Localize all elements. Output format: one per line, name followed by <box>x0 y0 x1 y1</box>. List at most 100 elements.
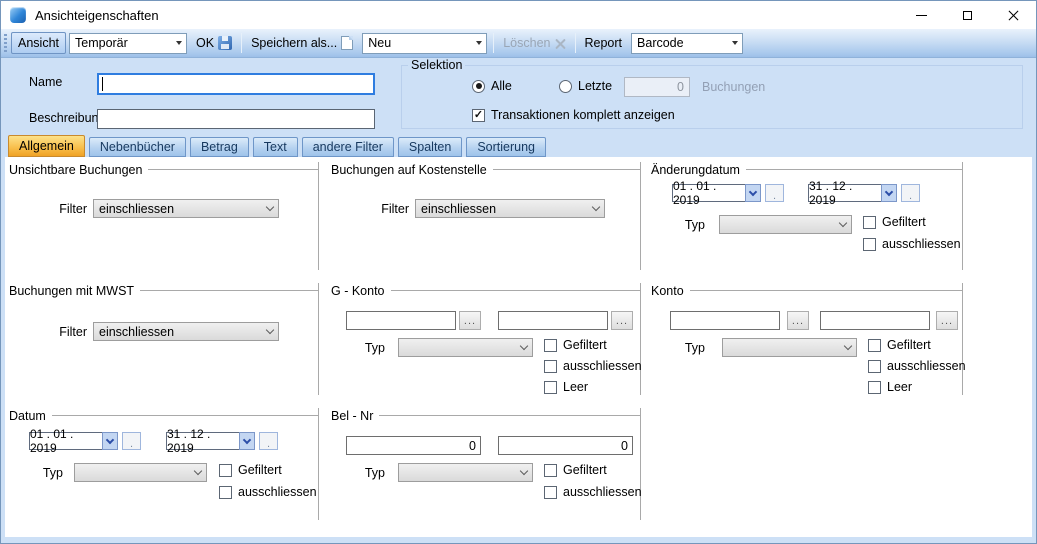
typ-select[interactable] <box>398 338 533 357</box>
checkbox-icon <box>868 360 881 373</box>
konto-to-input[interactable] <box>820 311 930 330</box>
date-from-input[interactable]: 01 . 01 . 2019 <box>29 432 103 450</box>
beschreibung-input[interactable] <box>97 109 375 129</box>
gkonto-to-browse-button[interactable]: ... <box>611 311 633 330</box>
konto-to-browse-button[interactable]: ... <box>936 311 958 330</box>
leer-checkbox[interactable]: Leer <box>868 380 912 394</box>
checkbox-icon <box>544 339 557 352</box>
filter-select[interactable]: einschliessen <box>93 199 279 218</box>
checkbox-icon <box>868 381 881 394</box>
report-combo[interactable]: Barcode <box>631 33 743 54</box>
typ-label: Typ <box>341 466 385 480</box>
konto-from-input[interactable] <box>670 311 780 330</box>
date-to-extra-button[interactable]: . <box>259 432 278 450</box>
chevron-down-icon <box>839 219 847 227</box>
date-from-dropdown-button[interactable] <box>745 184 761 202</box>
gefiltert-checkbox[interactable]: Gefiltert <box>219 463 282 477</box>
gefiltert-checkbox[interactable]: Gefiltert <box>868 338 931 352</box>
group-g-konto: G - Konto ... ... Typ Gefiltert ausschli… <box>331 283 641 395</box>
minimize-button[interactable] <box>898 1 944 29</box>
gefiltert-checkbox[interactable]: Gefiltert <box>544 463 607 477</box>
ansicht-button[interactable]: Ansicht <box>11 32 66 54</box>
tab-sortierung[interactable]: Sortierung <box>466 137 546 157</box>
radio-icon <box>559 80 572 93</box>
save-icon <box>218 36 232 50</box>
filter-select[interactable]: einschliessen <box>93 322 279 341</box>
typ-select[interactable] <box>398 463 533 482</box>
tab-content-allgemein: Unsichtbare Buchungen Filter einschliess… <box>5 157 1032 537</box>
leer-checkbox[interactable]: Leer <box>544 380 588 394</box>
ausschliessen-checkbox[interactable]: ausschliessen <box>863 237 961 251</box>
close-icon <box>1008 10 1019 21</box>
toolbar-separator <box>575 33 576 53</box>
alle-radio[interactable]: Alle <box>472 79 512 93</box>
konto-from-browse-button[interactable]: ... <box>787 311 809 330</box>
belnr-to-input[interactable]: 0 <box>498 436 633 455</box>
loeschen-button[interactable]: Löschen <box>497 33 571 53</box>
toolbar: Ansicht Temporär OK Speichern als... Neu… <box>1 29 1036 58</box>
report-button[interactable]: Report <box>579 33 629 53</box>
dropdown-arrow-icon <box>176 41 182 45</box>
group-bel-nr: Bel - Nr 0 0 Typ Gefiltert ausschliessen <box>331 408 641 520</box>
selektion-groupbox: Selektion Alle Letzte 0 Buchungen Transa… <box>401 65 1023 129</box>
tab-allgemein[interactable]: Allgemein <box>8 135 85 157</box>
date-to-extra-button[interactable]: . <box>901 184 920 202</box>
tab-spalten[interactable]: Spalten <box>398 137 462 157</box>
tab-andere-filter[interactable]: andere Filter <box>302 137 394 157</box>
typ-label: Typ <box>661 218 705 232</box>
close-button[interactable] <box>990 1 1036 29</box>
date-to-input[interactable]: 31 . 12 . 2019 <box>166 432 240 450</box>
group-title: Unsichtbare Buchungen <box>9 163 142 177</box>
ok-button[interactable]: OK <box>190 33 238 53</box>
group-title: Konto <box>651 284 684 298</box>
radio-icon <box>472 80 485 93</box>
typ-select[interactable] <box>722 338 857 357</box>
ausschliessen-checkbox[interactable]: ausschliessen <box>868 359 966 373</box>
gefiltert-checkbox[interactable]: Gefiltert <box>544 338 607 352</box>
group-buchungen-kostenstelle: Buchungen auf Kostenstelle Filter einsch… <box>331 162 641 270</box>
letzte-radio[interactable]: Letzte <box>559 79 612 93</box>
typ-label: Typ <box>19 466 63 480</box>
tab-nebenbuecher[interactable]: Nebenbücher <box>89 137 186 157</box>
chevron-down-icon <box>266 326 274 334</box>
chevron-down-icon <box>194 467 202 475</box>
tab-text[interactable]: Text <box>253 137 298 157</box>
transaktionen-checkbox[interactable]: Transaktionen komplett anzeigen <box>472 108 675 122</box>
date-from-dropdown-button[interactable] <box>102 432 118 450</box>
tab-betrag[interactable]: Betrag <box>190 137 249 157</box>
chevron-down-icon <box>749 188 757 196</box>
gkonto-to-input[interactable] <box>498 311 608 330</box>
gefiltert-checkbox[interactable]: Gefiltert <box>863 215 926 229</box>
date-from-extra-button[interactable]: . <box>122 432 141 450</box>
maximize-icon <box>963 11 972 20</box>
ausschliessen-checkbox[interactable]: ausschliessen <box>544 359 642 373</box>
typ-select[interactable] <box>719 215 852 234</box>
speichern-als-button[interactable]: Speichern als... <box>245 33 359 53</box>
checkbox-icon <box>868 339 881 352</box>
titlebar: Ansichteigenschaften <box>1 1 1036 29</box>
dropdown-arrow-icon <box>476 41 482 45</box>
date-from-extra-button[interactable]: . <box>765 184 784 202</box>
group-konto: Konto ... ... Typ Gefiltert ausschliesse… <box>651 283 963 395</box>
ausschliessen-checkbox[interactable]: ausschliessen <box>544 485 642 499</box>
view-combo[interactable]: Temporär <box>69 33 187 54</box>
date-to-dropdown-button[interactable] <box>239 432 255 450</box>
filter-label: Filter <box>19 325 87 339</box>
neu-combo[interactable]: Neu <box>362 33 487 54</box>
filter-label: Filter <box>19 202 87 216</box>
toolbar-grip[interactable] <box>4 34 7 52</box>
date-from-input[interactable]: 01 . 01 . 2019 <box>672 184 746 202</box>
belnr-from-input[interactable]: 0 <box>346 436 481 455</box>
date-to-dropdown-button[interactable] <box>881 184 897 202</box>
date-to-input[interactable]: 31 . 12 . 2019 <box>808 184 882 202</box>
dropdown-arrow-icon <box>732 41 738 45</box>
typ-select[interactable] <box>74 463 207 482</box>
maximize-button[interactable] <box>944 1 990 29</box>
ausschliessen-checkbox[interactable]: ausschliessen <box>219 485 317 499</box>
gkonto-from-input[interactable] <box>346 311 456 330</box>
tabstrip: Allgemein Nebenbücher Betrag Text andere… <box>8 135 546 157</box>
letzte-count-input: 0 <box>624 77 690 97</box>
filter-select[interactable]: einschliessen <box>415 199 605 218</box>
gkonto-from-browse-button[interactable]: ... <box>459 311 481 330</box>
name-input[interactable] <box>97 73 375 95</box>
